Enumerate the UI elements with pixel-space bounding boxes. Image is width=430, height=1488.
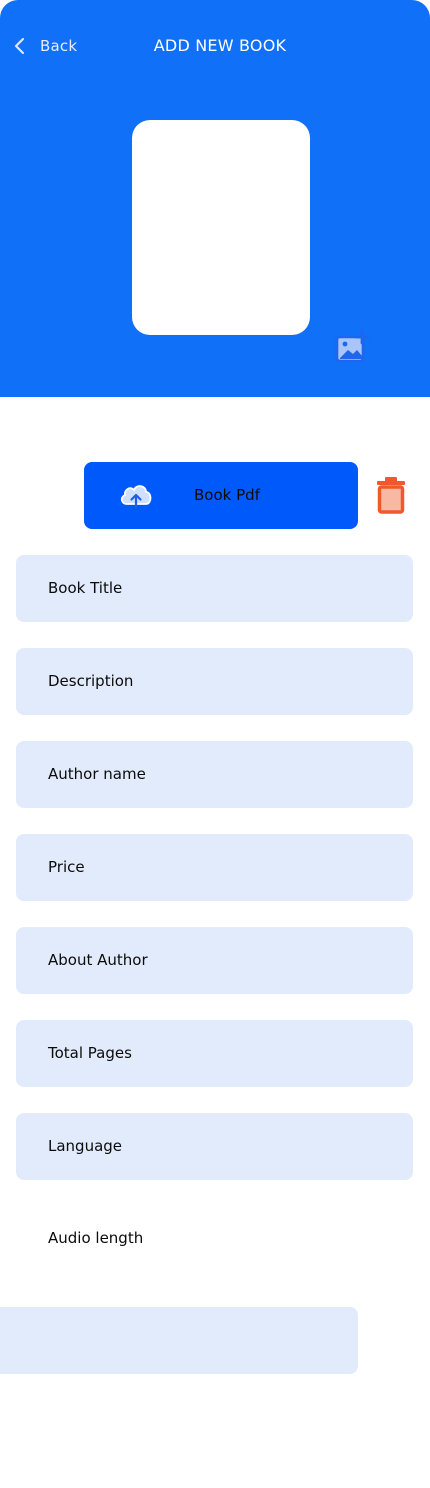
trash-icon[interactable] [375,476,407,514]
book-pdf-label: Book Pdf [194,486,260,504]
language-field[interactable]: Language [16,1113,413,1180]
audio-length-field[interactable] [0,1307,358,1374]
about-author-field[interactable]: About Author [16,927,413,994]
book-cover-upload[interactable] [132,120,370,363]
field-label: Total Pages [48,1044,132,1062]
header: Back ADD NEW BOOK [0,0,430,397]
field-label: Language [48,1137,123,1155]
page-title: ADD NEW BOOK [153,36,287,55]
audio-length-label: Audio length [48,1229,144,1247]
price-field[interactable]: Price [16,834,413,901]
field-label: About Author [48,951,148,969]
author-name-field[interactable]: Author name [16,741,413,808]
total-pages-field[interactable]: Total Pages [16,1020,413,1087]
description-field[interactable]: Description [16,648,413,715]
cloud-upload-icon [120,485,152,509]
add-image-icon [335,329,370,363]
field-label: Description [48,672,134,690]
book-pdf-upload-button[interactable]: Book Pdf [84,462,358,529]
field-label: Book Title [48,579,123,597]
field-label: Author name [48,765,146,783]
book-title-field[interactable]: Book Title [16,555,413,622]
field-label: Price [48,858,85,876]
